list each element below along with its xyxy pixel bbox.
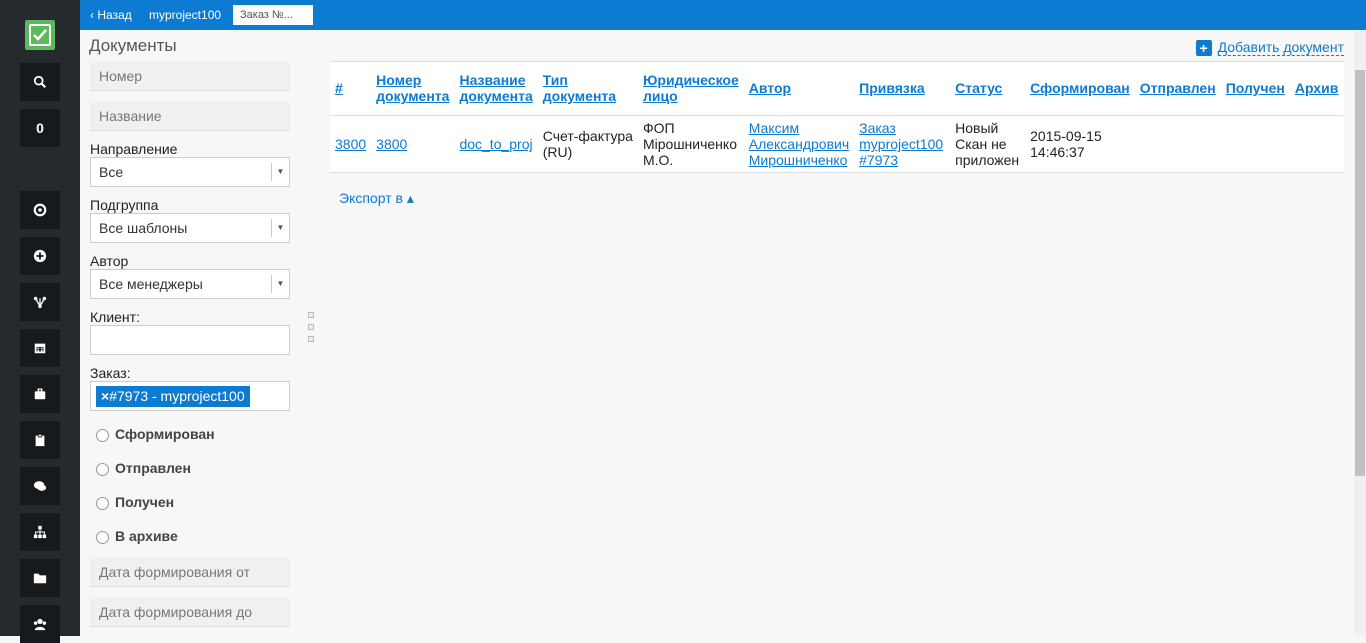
radio-received-label: Получен [115,494,175,510]
scrollbar-thumb[interactable] [1355,70,1365,476]
briefcase-icon [34,388,46,400]
subgroup-label: Подгруппа [90,197,159,213]
cell-status: Новый Скан не приложен [955,120,1020,169]
lifebuoy-icon [33,203,47,217]
cell-binding[interactable]: Заказ myproject100 #7973 [854,115,950,172]
sidebar-folder-button[interactable] [20,559,60,597]
sidebar-help-button[interactable] [20,191,60,229]
radio-formed-label: Сформирован [115,426,215,442]
calendar-icon [34,343,46,354]
counter-value: 0 [36,120,44,136]
col-formed[interactable]: Сформирован [1025,62,1135,116]
cell-doc-type: Счет-фактура (RU) [542,128,633,161]
subgroup-select[interactable]: Все шаблоны ▼ [90,213,290,243]
plus-circle-icon [33,249,47,263]
col-received[interactable]: Получен [1220,62,1290,116]
col-archive[interactable]: Архив [1289,62,1344,116]
col-id[interactable]: # [330,62,372,116]
sidebar-briefcase-button[interactable] [20,375,60,413]
sidebar-search-button[interactable] [20,63,60,101]
date-to-input[interactable]: Дата формирования до [90,597,290,627]
sidebar-counter-button[interactable]: 0 [20,109,60,147]
number-filter-input[interactable]: Номер [90,61,290,91]
sidebar-add-button[interactable] [20,237,60,275]
cell-received [1221,115,1290,172]
project-breadcrumb[interactable]: myproject100 [149,8,221,22]
add-document-label: Добавить документ [1217,39,1344,56]
check-icon [33,29,47,41]
author-value: Все менеджеры [99,276,203,292]
users-icon [33,618,47,631]
radio-archived-label: В архиве [115,528,178,544]
order-tag: ×#7973 - myproject100 [96,386,250,407]
date-from-input[interactable]: Дата формирования от [90,557,290,587]
direction-label: Направление [90,141,178,157]
cell-doc-name[interactable]: doc_to_proj [454,115,537,172]
chevron-down-icon: ▼ [271,163,289,181]
col-binding[interactable]: Привязка [854,62,951,116]
order-label: Заказ: [90,365,131,381]
page-title: Документы [89,36,177,55]
resize-handle[interactable] [308,312,314,348]
scrollbar[interactable] [1354,30,1366,636]
tag-remove-icon[interactable]: × [101,388,109,404]
sidebar-structure-button[interactable] [20,513,60,551]
app-logo[interactable] [25,20,55,50]
cell-id[interactable]: 3800 [330,115,371,172]
col-sent[interactable]: Отправлен [1134,62,1221,116]
name-filter-input[interactable]: Название [90,101,290,131]
sidebar-chat-button[interactable] [20,467,60,505]
col-author[interactable]: Автор [743,62,855,116]
radio-archived[interactable] [96,531,109,544]
clipboard-icon [35,433,45,447]
documents-table: # Номер документа Название документа Тип до… [330,61,1344,173]
cell-legal-entity: ФОП Мірошниченко М.О. [642,120,737,169]
cell-sent [1135,115,1221,172]
author-select[interactable]: Все менеджеры ▼ [90,269,290,299]
sitemap-icon [33,525,47,539]
top-bar: ‹ Назад myproject100 Заказ №... [80,0,1366,30]
search-icon [33,75,47,89]
client-label: Клиент: [90,309,140,325]
col-doc-name[interactable]: Название документа [454,62,538,116]
subgroup-value: Все шаблоны [99,220,188,236]
branch-icon [33,296,47,309]
chevron-down-icon: ▼ [271,219,289,237]
cell-archive [1290,115,1343,172]
chat-icon [33,481,47,491]
table-header-row: # Номер документа Название документа Тип до… [330,62,1344,116]
col-doc-number[interactable]: Номер документа [371,62,455,116]
direction-select[interactable]: Все ▼ [90,157,290,187]
radio-received[interactable] [96,497,109,510]
cell-formed: 2015-09-15 14:46:37 [1030,128,1102,161]
radio-formed[interactable] [96,429,109,442]
export-dropdown[interactable]: Экспорт в ▴ [339,190,414,207]
table-row: 3800 3800 doc_to_proj Счет-фактура (RU) Ф… [330,115,1343,172]
author-label: Автор [90,253,129,269]
cell-doc-number[interactable]: 3800 [371,115,454,172]
back-link[interactable]: ‹ Назад [90,8,132,22]
chevron-down-icon: ▼ [271,275,289,293]
left-sidebar: 0 [0,0,80,643]
cell-author[interactable]: Максим Александрович Мирошниченко [744,115,854,172]
client-input[interactable] [90,325,290,355]
radio-sent[interactable] [96,463,109,476]
col-status[interactable]: Статус [950,62,1026,116]
plus-icon: + [1195,39,1212,56]
order-input[interactable]: ×#7973 - myproject100 [90,381,290,411]
order-tab-input[interactable]: Заказ №... [233,5,313,25]
add-document-button[interactable]: + Добавить документ [1195,39,1344,56]
folder-icon [33,573,47,584]
sidebar-users-button[interactable] [20,605,60,643]
sidebar-clipboard-button[interactable] [20,421,60,459]
radio-sent-label: Отправлен [115,460,191,476]
order-tag-label: #7973 - myproject100 [109,388,245,404]
col-doc-type[interactable]: Тип документа [537,62,638,116]
sidebar-branch-button[interactable] [20,283,60,321]
direction-value: Все [99,164,124,180]
sidebar-calendar-button[interactable] [20,329,60,367]
col-legal-entity[interactable]: Юридическое лицо [637,62,744,116]
